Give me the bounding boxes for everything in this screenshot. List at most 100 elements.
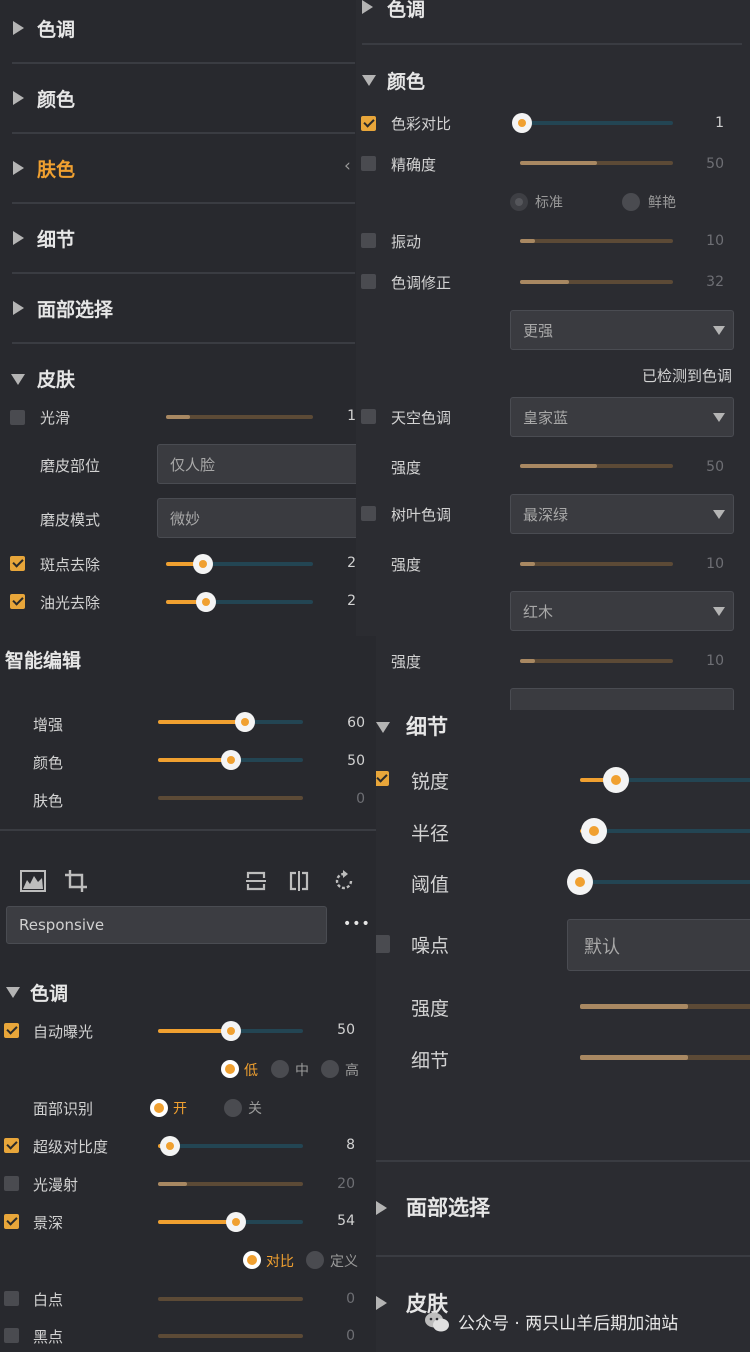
radius-slider[interactable]: [580, 818, 750, 844]
slider-handle[interactable]: [220, 1021, 241, 1041]
super-contrast-checkbox[interactable]: [4, 1138, 19, 1153]
section-tone[interactable]: 色调: [387, 0, 425, 22]
black-point-checkbox[interactable]: [4, 1328, 19, 1343]
skin-tone-slider[interactable]: [158, 796, 303, 800]
standard-radio[interactable]: [510, 193, 528, 211]
area-select[interactable]: 仅人脸: [157, 444, 356, 484]
collapse-icon[interactable]: [376, 722, 390, 733]
expand-icon[interactable]: [13, 231, 24, 245]
more-icon[interactable]: •••: [343, 916, 371, 932]
spot-slider[interactable]: [166, 554, 313, 574]
strength-slider[interactable]: [580, 1004, 750, 1009]
depth-slider[interactable]: [158, 1212, 303, 1232]
diffuse-slider[interactable]: [158, 1182, 303, 1186]
diffuse-checkbox[interactable]: [4, 1176, 19, 1191]
auto-exposure-checkbox[interactable]: [4, 1023, 19, 1038]
sky-select[interactable]: 皇家蓝: [510, 397, 734, 437]
color-slider[interactable]: [158, 750, 303, 770]
expand-icon[interactable]: [376, 1201, 387, 1215]
depth-checkbox[interactable]: [4, 1214, 19, 1229]
expand-icon[interactable]: [13, 91, 24, 105]
shine-slider[interactable]: [166, 592, 313, 612]
auto-exposure-slider[interactable]: [158, 1021, 303, 1041]
wood-strength-slider[interactable]: [520, 659, 673, 663]
black-point-slider[interactable]: [158, 1334, 303, 1338]
section-tone[interactable]: 色调: [30, 979, 68, 1006]
vibrance-slider[interactable]: [520, 239, 673, 243]
exposure-high-radio[interactable]: [321, 1060, 339, 1078]
white-point-checkbox[interactable]: [4, 1291, 19, 1306]
collapse-icon[interactable]: [362, 75, 376, 86]
expand-icon[interactable]: [376, 1296, 387, 1310]
slider-handle[interactable]: [581, 818, 608, 844]
shine-checkbox[interactable]: [10, 594, 25, 609]
precision-checkbox[interactable]: [361, 156, 376, 171]
tone-fix-slider[interactable]: [520, 280, 673, 284]
slider-handle[interactable]: [192, 554, 213, 574]
white-point-slider[interactable]: [158, 1297, 303, 1301]
section-tone[interactable]: 色调: [37, 15, 75, 42]
noise-checkbox[interactable]: [376, 935, 390, 953]
section-skin[interactable]: 皮肤: [37, 365, 75, 392]
collapse-icon[interactable]: [11, 374, 25, 385]
section-detail[interactable]: 细节: [406, 711, 448, 741]
expand-icon[interactable]: [362, 0, 373, 14]
enhance-slider[interactable]: [158, 712, 303, 732]
crop-icon[interactable]: [64, 869, 88, 893]
noise-select[interactable]: 默认: [567, 919, 750, 971]
section-color[interactable]: 颜色: [37, 85, 75, 112]
smooth-checkbox[interactable]: [10, 410, 25, 425]
slider-handle[interactable]: [603, 767, 629, 793]
super-contrast-slider[interactable]: [158, 1136, 303, 1156]
vivid-radio[interactable]: [622, 193, 640, 211]
chevron-left-icon[interactable]: ‹: [344, 156, 351, 176]
face-on-radio[interactable]: [150, 1099, 168, 1117]
slider-handle[interactable]: [567, 869, 593, 895]
foliage-checkbox[interactable]: [361, 506, 376, 521]
section-skin-tone[interactable]: 肤色: [37, 155, 75, 182]
smooth-slider[interactable]: [166, 415, 313, 419]
slider-handle[interactable]: [235, 712, 255, 732]
sky-checkbox[interactable]: [361, 409, 376, 424]
slider-handle[interactable]: [226, 1212, 247, 1232]
exposure-mid-radio[interactable]: [271, 1060, 289, 1078]
slider-handle[interactable]: [195, 592, 216, 612]
vibrance-checkbox[interactable]: [361, 233, 376, 248]
contrast-slider[interactable]: [511, 113, 673, 133]
face-off-radio[interactable]: [224, 1099, 242, 1117]
contrast-checkbox[interactable]: [361, 116, 376, 131]
foliage-select[interactable]: 最深绿: [510, 494, 734, 534]
flip-vertical-icon[interactable]: [245, 870, 267, 892]
mode-select[interactable]: 微妙: [157, 498, 356, 538]
foliage-strength-slider[interactable]: [520, 562, 673, 566]
exposure-low-radio[interactable]: [221, 1060, 239, 1078]
expand-icon[interactable]: [13, 21, 24, 35]
collapse-icon[interactable]: [6, 987, 20, 998]
section-detail[interactable]: 细节: [37, 225, 75, 252]
histogram-icon[interactable]: [20, 870, 46, 892]
precision-slider[interactable]: [520, 161, 673, 165]
section-face-select[interactable]: 面部选择: [406, 1192, 490, 1222]
rotate-icon[interactable]: [333, 870, 355, 892]
depth-define-radio[interactable]: [306, 1251, 324, 1269]
depth-contrast-radio[interactable]: [243, 1251, 261, 1269]
spot-checkbox[interactable]: [10, 556, 25, 571]
section-face-select[interactable]: 面部选择: [37, 295, 113, 322]
sharpness-slider[interactable]: [580, 767, 750, 793]
preset-select[interactable]: Responsive: [6, 906, 327, 944]
detail-slider[interactable]: [580, 1055, 750, 1060]
filter-select[interactable]: [510, 688, 734, 710]
slider-handle[interactable]: [220, 750, 241, 770]
slider-handle[interactable]: [511, 113, 532, 133]
expand-icon[interactable]: [13, 301, 24, 315]
section-color[interactable]: 颜色: [387, 67, 425, 94]
sky-strength-slider[interactable]: [520, 464, 673, 468]
wood-select[interactable]: 红木: [510, 591, 734, 631]
sharpness-checkbox[interactable]: [376, 771, 389, 786]
expand-icon[interactable]: [13, 161, 24, 175]
slider-handle[interactable]: [159, 1136, 180, 1156]
tone-fix-select[interactable]: 更强: [510, 310, 734, 350]
threshold-slider[interactable]: [567, 869, 750, 895]
flip-horizontal-icon[interactable]: [288, 870, 310, 892]
tone-fix-checkbox[interactable]: [361, 274, 376, 289]
